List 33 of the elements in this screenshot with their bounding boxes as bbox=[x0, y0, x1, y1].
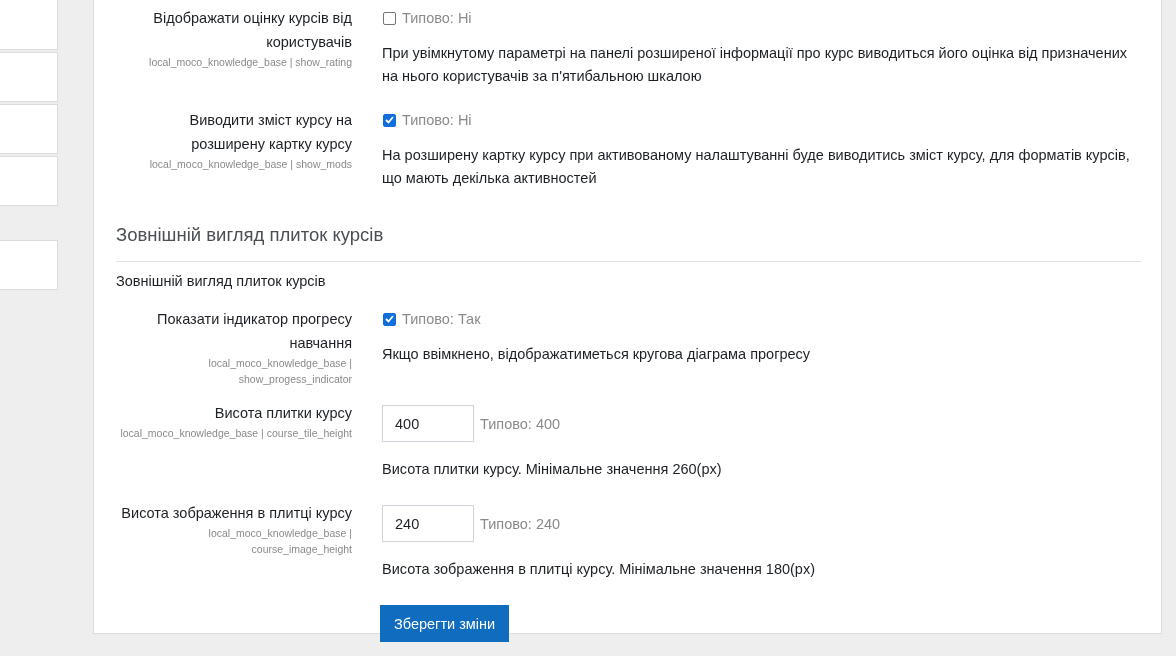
checkbox[interactable] bbox=[383, 113, 396, 127]
setting-label: Відображати оцінку курсів від користувачів bbox=[152, 9, 352, 52]
default-value: Типово: Ні bbox=[402, 112, 472, 128]
sidebar-panel bbox=[0, 52, 58, 102]
setting-label: Показати індикатор прогресу навчання bbox=[156, 310, 352, 353]
setting-label: Висота плитки курсу bbox=[213, 404, 352, 423]
section-heading: Зовнішній вигляд плиток курсів bbox=[116, 224, 1141, 262]
default-value: Типово: 400 bbox=[480, 415, 561, 432]
default-value: Типово: Ні bbox=[402, 10, 472, 26]
setting-key: local_moco_knowledge_base | course_image_height bbox=[116, 525, 352, 559]
checkbox[interactable] bbox=[383, 11, 396, 25]
number-input[interactable]: 240 bbox=[382, 505, 474, 542]
setting-key: local_moco_knowledge_base | course_tile_height bbox=[116, 425, 352, 443]
setting-description: Якщо ввімкнено, відображатиметься кругова діаграма прогресу bbox=[382, 345, 812, 364]
setting-description: Висота зображення в плитці курсу. Мінімальне значення 180(px) bbox=[382, 560, 816, 579]
checkbox[interactable] bbox=[383, 312, 396, 326]
setting-key: local_moco_knowledge_base | show_mods bbox=[116, 156, 352, 174]
save-button[interactable]: Зберегти зміни bbox=[380, 605, 510, 642]
setting-description: При увімкнутому параметрі на панелі розширеної інформації про курс виводиться його оцінка від призначених на нього користувачів за п'ятибальною шкалою bbox=[382, 44, 1128, 86]
sidebar-panel bbox=[0, 0, 58, 50]
setting-description: На розширену картку курсу при активованому налаштуванні буде виводитись зміст курсу, для форматів курсів, що мають декілька активностей bbox=[382, 146, 1131, 188]
default-value: Типово: 240 bbox=[480, 515, 561, 532]
number-input[interactable]: 400 bbox=[382, 405, 474, 442]
setting-label: Виводити зміст курсу на розширену картку курсу bbox=[188, 111, 352, 154]
setting-key: local_moco_knowledge_base | show_rating bbox=[116, 54, 352, 72]
section-subheading: Зовнішній вигляд плиток курсів bbox=[116, 273, 327, 289]
sidebar-panel bbox=[0, 240, 58, 290]
setting-key: local_moco_knowledge_base | show_progess_indicator bbox=[116, 355, 352, 389]
setting-label: Висота зображення в плитці курсу bbox=[120, 504, 352, 523]
default-value: Типово: Так bbox=[402, 311, 481, 327]
sidebar-panel bbox=[0, 104, 58, 154]
setting-description: Висота плитки курсу. Мінімальне значення 260(px) bbox=[382, 460, 723, 479]
sidebar-panel bbox=[0, 156, 58, 206]
